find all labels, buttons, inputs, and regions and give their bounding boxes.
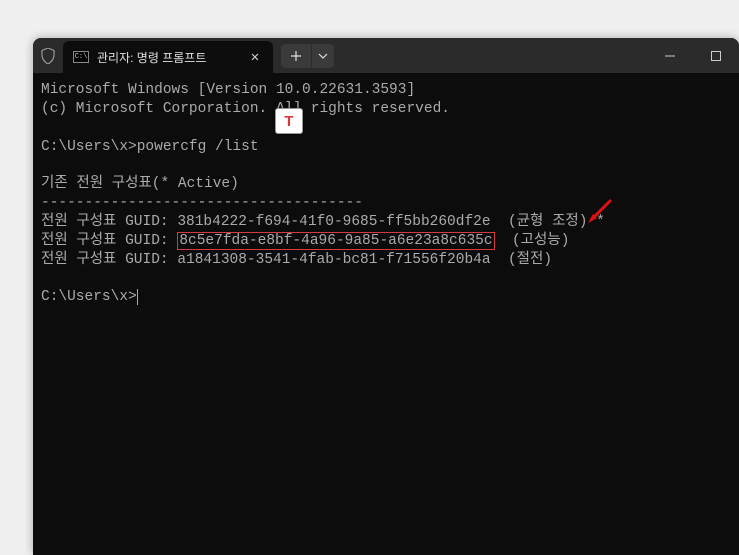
- prompt-path: C:\Users\x>: [41, 289, 137, 305]
- scheme-line-3: 전원 구성표 GUID: a1841308-3541-4fab-bc81-f71…: [41, 251, 731, 270]
- scheme-line-2: 전원 구성표 GUID: 8c5e7fda-e8bf-4a96-9a85-a6e…: [41, 232, 731, 251]
- cmd-icon: C:\: [73, 51, 89, 63]
- command-text: powercfg /list: [137, 139, 259, 155]
- scheme-guid: a1841308-3541-4fab-bc81-f71556f20b4a: [177, 252, 490, 268]
- tab-active[interactable]: C:\ 관리자: 명령 프롬프트 ✕: [63, 41, 273, 73]
- prompt-path: C:\Users\x>: [41, 139, 137, 155]
- terminal-output[interactable]: Microsoft Windows [Version 10.0.22631.35…: [33, 73, 739, 315]
- scheme-line-1: 전원 구성표 GUID: 381b4222-f694-41f0-9685-ff5…: [41, 213, 731, 232]
- tab-dropdown-button[interactable]: [312, 44, 334, 68]
- scheme-guid: 381b4222-f694-41f0-9685-ff5bb260df2e: [177, 214, 490, 230]
- window-controls: [647, 38, 739, 73]
- terminal-window: C:\ 관리자: 명령 프롬프트 ✕ Microsoft Windows [Ve…: [33, 38, 739, 555]
- titlebar: C:\ 관리자: 명령 프롬프트 ✕: [33, 38, 739, 73]
- blank-line: [41, 269, 731, 288]
- close-icon[interactable]: ✕: [247, 49, 263, 65]
- new-tab-button[interactable]: [281, 44, 311, 68]
- scheme-name: (고성능): [495, 233, 570, 249]
- blank-line: [41, 156, 731, 175]
- annotation-marker: T: [275, 108, 303, 134]
- shield-icon: [33, 38, 63, 73]
- cursor: [137, 289, 138, 305]
- tab-title: 관리자: 명령 프롬프트: [97, 49, 239, 66]
- command-line-2: C:\Users\x>: [41, 288, 731, 307]
- copyright-line: (c) Microsoft Corporation. All rights re…: [41, 100, 731, 119]
- schemes-header: 기존 전원 구성표(* Active): [41, 175, 731, 194]
- separator-line: -------------------------------------: [41, 194, 731, 213]
- blank-line: [41, 119, 731, 138]
- scheme-name: (균형 조정) *: [491, 214, 605, 230]
- scheme-name: (절전): [491, 252, 553, 268]
- maximize-button[interactable]: [693, 38, 739, 73]
- tab-controls: [281, 44, 334, 68]
- version-line: Microsoft Windows [Version 10.0.22631.35…: [41, 81, 731, 100]
- command-line-1: C:\Users\x>powercfg /list: [41, 138, 731, 157]
- annotation-letter: T: [284, 113, 293, 130]
- highlighted-guid: 8c5e7fda-e8bf-4a96-9a85-a6e23a8c635c: [177, 232, 494, 250]
- minimize-button[interactable]: [647, 38, 693, 73]
